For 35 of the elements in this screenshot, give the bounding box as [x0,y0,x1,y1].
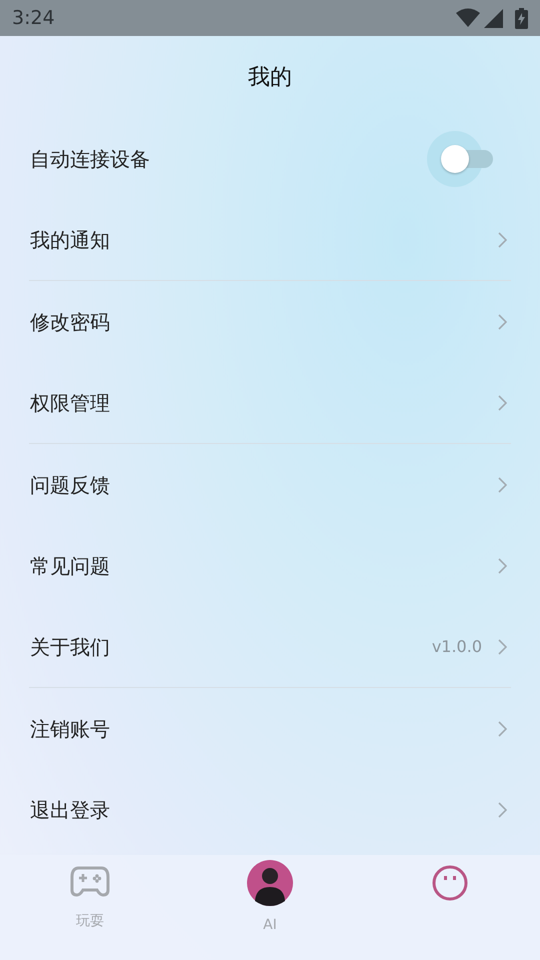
gamepad-icon [70,865,110,897]
settings-row[interactable]: 注销账号 [29,688,511,769]
chevron-right-icon [498,558,507,574]
chevron-right-icon [498,476,507,492]
row-label: 退出登录 [30,796,110,824]
row-label: 注销账号 [30,716,110,742]
avatar-icon [246,859,294,907]
battery-charging-icon [515,8,528,28]
version-text: v1.0.0 [432,636,482,658]
settings-row[interactable]: 问题反馈 [29,444,511,525]
row-label: 修改密码 [30,308,110,336]
row-label: 权限管理 [30,390,110,416]
settings-row[interactable]: 常见问题 [29,525,511,606]
chevron-right-icon [498,314,507,330]
chevron-right-icon [498,802,507,818]
status-time: 3:24 [12,6,55,31]
row-label: 问题反馈 [30,472,110,498]
settings-row[interactable]: 自动连接设备 [29,118,511,199]
settings-row[interactable]: 修改密码 [29,281,511,362]
row-label: 常见问题 [30,552,110,580]
wifi-icon [456,8,480,28]
row-label: 自动连接设备 [30,146,150,172]
signal-icon [484,8,503,28]
settings-row[interactable]: 退出登录 [29,769,511,850]
chevron-right-icon [498,232,507,248]
row-label: 关于我们 [30,634,110,660]
chevron-right-icon [498,394,507,410]
settings-row[interactable]: 关于我们 v1.0.0 [29,606,511,687]
page-title: 我的 [248,64,292,92]
settings-row[interactable]: 我的通知 [29,199,511,280]
chevron-right-icon [498,720,507,736]
chevron-right-icon [498,638,507,654]
face-icon [432,865,468,901]
settings-row[interactable]: 权限管理 [29,362,511,443]
row-label: 我的通知 [30,226,110,254]
